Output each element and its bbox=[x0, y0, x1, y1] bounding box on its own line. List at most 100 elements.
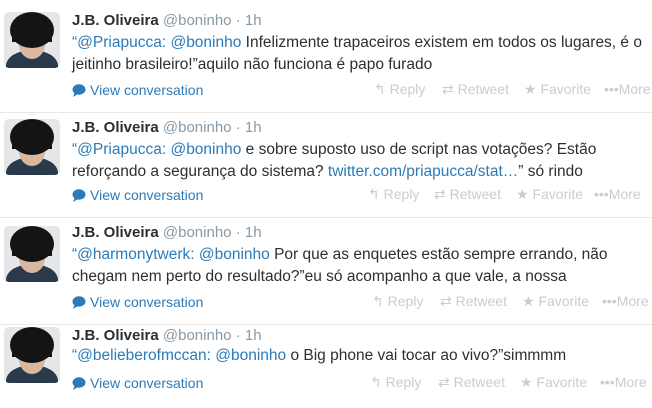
retweet-label: Retweet bbox=[455, 293, 507, 309]
tweet-text: “@Priapucca: @boninho Infelizmente trapa… bbox=[72, 32, 648, 76]
author-name[interactable]: J.B. Oliveira bbox=[72, 12, 159, 29]
tweet-3: J.B. Oliveira @boninho · 1h “@harmonytwe… bbox=[0, 218, 652, 324]
favorite-label: Favorite bbox=[532, 186, 584, 202]
tweet-4: J.B. Oliveira @boninho · 1h “@belieberof… bbox=[0, 325, 652, 408]
retweet-button[interactable]: ⇄ Retweet bbox=[434, 186, 501, 203]
tweet-header: J.B. Oliveira @boninho · 1h bbox=[72, 12, 262, 29]
view-conversation-link[interactable]: View conversation bbox=[72, 187, 203, 203]
reply-icon: ↰ bbox=[372, 293, 384, 309]
favorite-label: Favorite bbox=[536, 374, 588, 390]
favorite-label: Favorite bbox=[540, 81, 592, 97]
author-handle[interactable]: @boninho bbox=[163, 119, 232, 136]
favorite-button[interactable]: ★ Favorite bbox=[516, 186, 583, 203]
reply-label: Reply bbox=[389, 81, 426, 97]
speech-bubble-icon bbox=[72, 377, 86, 390]
more-label: More bbox=[614, 374, 647, 390]
more-label: More bbox=[618, 81, 651, 97]
quoted-mention[interactable]: “@Priapucca: bbox=[72, 141, 166, 158]
avatar[interactable] bbox=[4, 327, 60, 383]
speech-bubble-icon bbox=[72, 296, 86, 309]
mention-link[interactable]: @boninho bbox=[215, 347, 286, 364]
tweet-body-end: ” só rindo bbox=[518, 163, 583, 180]
quoted-mention[interactable]: “@Priapucca: bbox=[72, 34, 166, 51]
view-conversation-link[interactable]: View conversation bbox=[72, 82, 203, 98]
author-handle[interactable]: @boninho bbox=[163, 12, 232, 29]
star-icon: ★ bbox=[524, 81, 537, 97]
favorite-label: Favorite bbox=[538, 293, 590, 309]
more-label: More bbox=[616, 293, 649, 309]
reply-button[interactable]: ↰ Reply bbox=[372, 293, 423, 310]
mention-link[interactable]: @boninho bbox=[170, 34, 241, 51]
author-handle[interactable]: @boninho bbox=[163, 224, 232, 241]
view-conversation-label: View conversation bbox=[90, 187, 204, 203]
ellipsis-icon: ••• bbox=[594, 186, 609, 202]
tweet-header: J.B. Oliveira @boninho · 1h bbox=[72, 224, 262, 241]
tweet-time[interactable]: · 1h bbox=[236, 119, 262, 136]
tweet-text: “@belieberofmccan: @boninho o Big phone … bbox=[72, 345, 648, 367]
tweet-time-value: 1h bbox=[244, 12, 262, 29]
url-link[interactable]: twitter.com/priapucca/stat… bbox=[328, 163, 518, 180]
speech-bubble-icon bbox=[72, 84, 86, 97]
author-name[interactable]: J.B. Oliveira bbox=[72, 224, 159, 241]
mention-link[interactable]: @boninho bbox=[170, 141, 241, 158]
retweet-label: Retweet bbox=[449, 186, 501, 202]
mention-link[interactable]: @boninho bbox=[199, 246, 270, 263]
tweet-body: o Big phone vai tocar ao vivo?”simmmm bbox=[286, 347, 567, 364]
view-conversation-link[interactable]: View conversation bbox=[72, 375, 203, 391]
more-button[interactable]: •••More bbox=[594, 186, 641, 202]
ellipsis-icon: ••• bbox=[604, 81, 619, 97]
star-icon: ★ bbox=[522, 293, 535, 309]
reply-button[interactable]: ↰ Reply bbox=[374, 81, 425, 98]
favorite-button[interactable]: ★ Favorite bbox=[522, 293, 589, 310]
reply-label: Reply bbox=[383, 186, 420, 202]
retweet-icon: ⇄ bbox=[434, 186, 446, 202]
retweet-button[interactable]: ⇄ Retweet bbox=[438, 374, 505, 391]
star-icon: ★ bbox=[516, 186, 529, 202]
tweet-text: “@harmonytwerk: @boninho Por que as enqu… bbox=[72, 244, 648, 288]
more-button[interactable]: •••More bbox=[602, 293, 649, 309]
retweet-icon: ⇄ bbox=[438, 374, 450, 390]
reply-label: Reply bbox=[387, 293, 424, 309]
more-button[interactable]: •••More bbox=[600, 374, 647, 390]
retweet-icon: ⇄ bbox=[442, 81, 454, 97]
retweet-button[interactable]: ⇄ Retweet bbox=[442, 81, 509, 98]
author-name[interactable]: J.B. Oliveira bbox=[72, 119, 159, 136]
author-name[interactable]: J.B. Oliveira bbox=[72, 327, 159, 344]
tweet-time-value: 1h bbox=[244, 119, 262, 136]
tweet-2: J.B. Oliveira @boninho · 1h “@Priapucca:… bbox=[0, 113, 652, 217]
ellipsis-icon: ••• bbox=[602, 293, 617, 309]
more-label: More bbox=[608, 186, 641, 202]
tweet-time[interactable]: · 1h bbox=[236, 224, 262, 241]
view-conversation-label: View conversation bbox=[90, 375, 204, 391]
avatar[interactable] bbox=[4, 119, 60, 175]
reply-icon: ↰ bbox=[368, 186, 380, 202]
view-conversation-link[interactable]: View conversation bbox=[72, 294, 203, 310]
view-conversation-label: View conversation bbox=[90, 82, 204, 98]
reply-label: Reply bbox=[385, 374, 422, 390]
reply-button[interactable]: ↰ Reply bbox=[368, 186, 419, 203]
reply-icon: ↰ bbox=[370, 374, 382, 390]
tweet-time[interactable]: · 1h bbox=[236, 327, 262, 344]
tweet-time-value: 1h bbox=[244, 327, 262, 344]
view-conversation-label: View conversation bbox=[90, 294, 204, 310]
speech-bubble-icon bbox=[72, 189, 86, 202]
favorite-button[interactable]: ★ Favorite bbox=[520, 374, 587, 391]
reply-button[interactable]: ↰ Reply bbox=[370, 374, 421, 391]
author-handle[interactable]: @boninho bbox=[163, 327, 232, 344]
more-button[interactable]: •••More bbox=[604, 81, 651, 97]
favorite-button[interactable]: ★ Favorite bbox=[524, 81, 591, 98]
retweet-button[interactable]: ⇄ Retweet bbox=[440, 293, 507, 310]
avatar[interactable] bbox=[4, 12, 60, 68]
star-icon: ★ bbox=[520, 374, 533, 390]
ellipsis-icon: ••• bbox=[600, 374, 615, 390]
quoted-mention[interactable]: “@harmonytwerk: bbox=[72, 246, 195, 263]
quoted-mention[interactable]: “@belieberofmccan: bbox=[72, 347, 211, 364]
avatar[interactable] bbox=[4, 226, 60, 282]
tweet-header: J.B. Oliveira @boninho · 1h bbox=[72, 327, 262, 344]
tweet-1: J.B. Oliveira @boninho · 1h “@Priapucca:… bbox=[0, 0, 652, 112]
tweet-time[interactable]: · 1h bbox=[236, 12, 262, 29]
reply-icon: ↰ bbox=[374, 81, 386, 97]
tweet-header: J.B. Oliveira @boninho · 1h bbox=[72, 119, 262, 136]
retweet-label: Retweet bbox=[453, 374, 505, 390]
tweet-text: “@Priapucca: @boninho e sobre suposto us… bbox=[72, 139, 648, 183]
